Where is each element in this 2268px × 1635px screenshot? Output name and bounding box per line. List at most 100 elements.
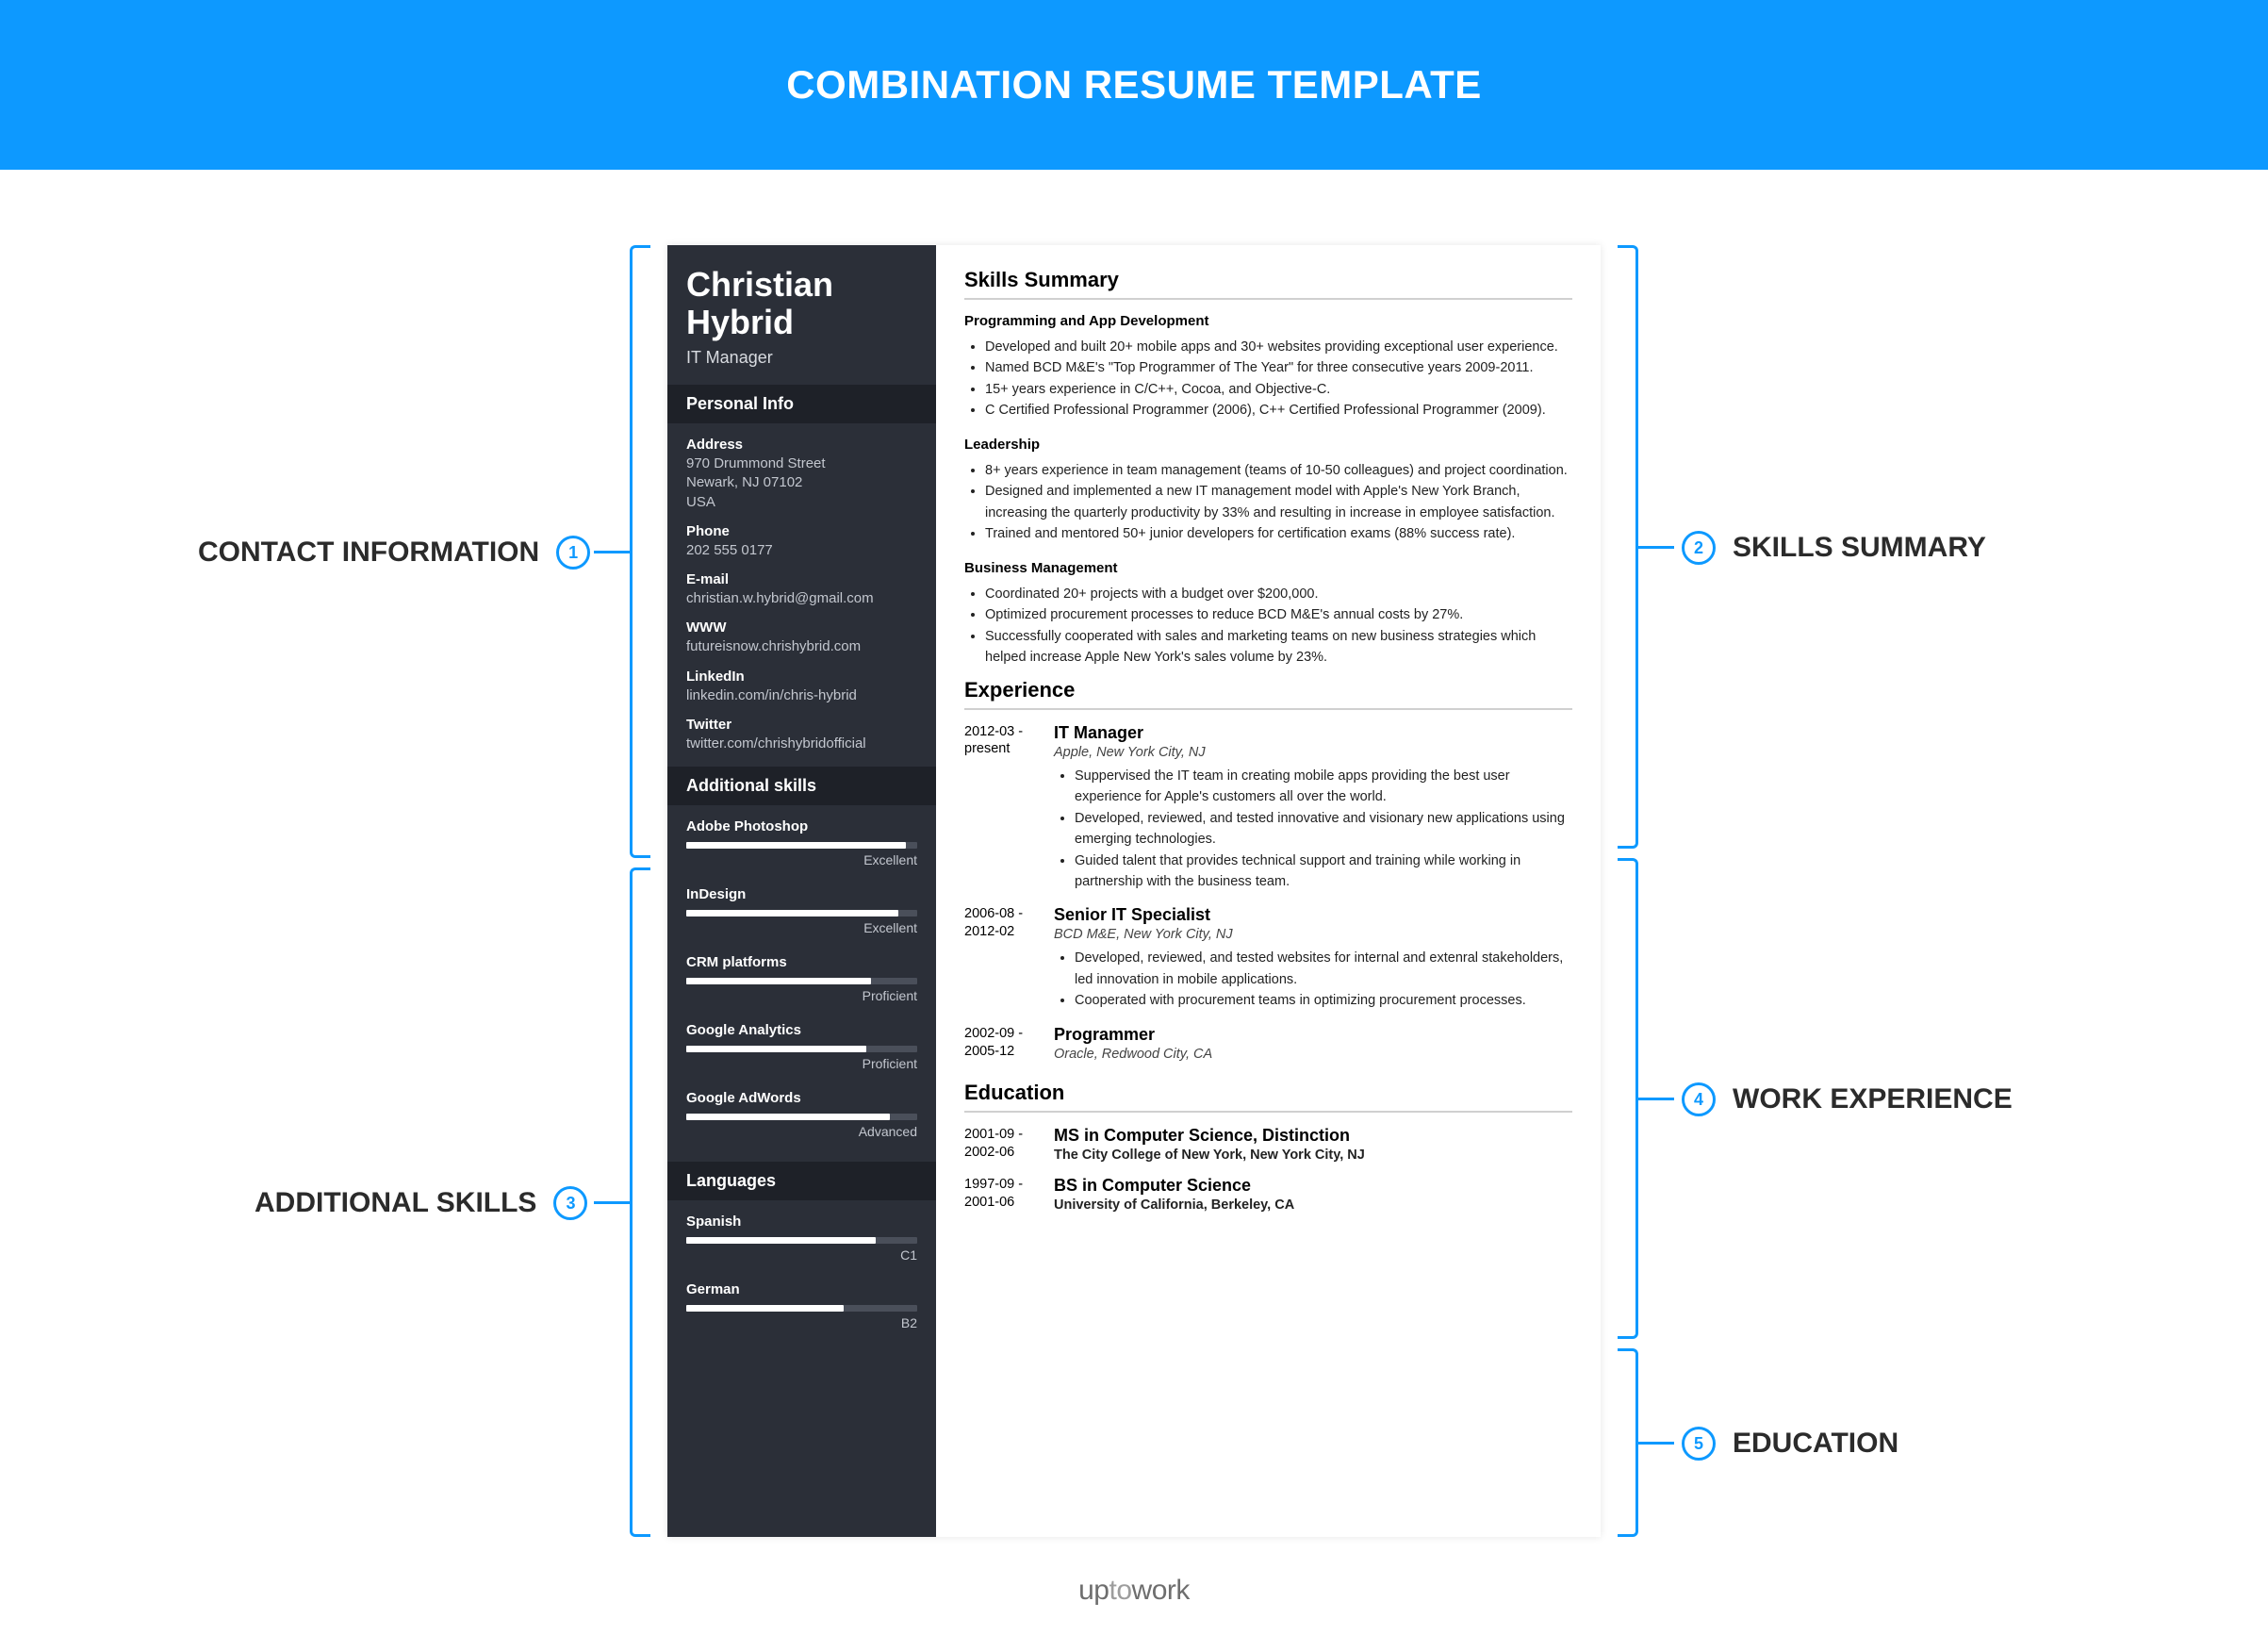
edu-degree: BS in Computer Science [1054, 1176, 1572, 1196]
name-last: Hybrid [686, 304, 917, 341]
edu-school: University of California, Berkeley, CA [1054, 1197, 1572, 1213]
linkedin-label: LinkedIn [686, 669, 917, 685]
ss-subtitle: Business Management [964, 560, 1572, 576]
twitter-label: Twitter [686, 717, 917, 733]
name-first: Christian [686, 266, 917, 304]
www-label: WWW [686, 619, 917, 636]
skill-name: CRM platforms [686, 954, 917, 970]
exp-title: IT Manager [1054, 723, 1572, 743]
exp-dates: 2012-03 - present [964, 723, 1054, 893]
bracket-line-summary [1638, 546, 1674, 549]
callout-exp: 4 WORK EXPERIENCE [1682, 1082, 2013, 1116]
skill-level: Proficient [686, 988, 917, 1003]
skill-name: Google AdWords [686, 1090, 917, 1106]
skill-bar [686, 1114, 917, 1120]
skills-block: Adobe Photoshop Excellent InDesign Excell… [667, 805, 936, 1162]
ss-item: C Certified Professional Programmer (200… [985, 400, 1572, 421]
address-label: Address [686, 437, 917, 453]
additional-skills-header: Additional skills [667, 767, 936, 805]
skills-summary-header: Skills Summary [964, 268, 1572, 300]
callout-skills: 3 ADDITIONAL SKILLS [255, 1186, 587, 1220]
edu-content: MS in Computer Science, Distinction The … [1054, 1126, 1572, 1163]
main-area: 1 CONTACT INFORMATION 3 ADDITIONAL SKILL… [0, 170, 2268, 1635]
bracket-line-edu [1638, 1442, 1674, 1445]
edu-school: The City College of New York, New York C… [1054, 1148, 1572, 1163]
email-value: christian.w.hybrid@gmail.com [686, 589, 917, 608]
edu-dates: 2001-09 - 2002-06 [964, 1126, 1054, 1163]
skill-name: Google Analytics [686, 1022, 917, 1038]
skill-name: InDesign [686, 886, 917, 902]
exp-item: Developed, reviewed, and tested websites… [1075, 948, 1572, 990]
education-row: 2001-09 - 2002-06 MS in Computer Science… [964, 1126, 1572, 1163]
job-title: IT Manager [686, 348, 917, 368]
ss-item: Trained and mentored 50+ junior develope… [985, 523, 1572, 544]
callout-label-2: SKILLS SUMMARY [1733, 532, 1986, 564]
email-label: E-mail [686, 571, 917, 587]
experience-row: 2002-09 - 2005-12 Programmer Oracle, Red… [964, 1025, 1572, 1067]
ss-item: Designed and implemented a new IT manage… [985, 481, 1572, 523]
language-level: B2 [686, 1315, 917, 1330]
ss-item: Coordinated 20+ projects with a budget o… [985, 584, 1572, 604]
brand-logo: uptowork [1078, 1575, 1190, 1607]
skill-bar [686, 1046, 917, 1052]
phone-value: 202 555 0177 [686, 541, 917, 560]
ss-item: Named BCD M&E's "Top Programmer of The Y… [985, 357, 1572, 378]
ss-subtitle: Programming and App Development [964, 313, 1572, 329]
skill-bar [686, 978, 917, 984]
exp-dates: 2006-08 - 2012-02 [964, 905, 1054, 1011]
twitter-value: twitter.com/chrishybridofficial [686, 735, 917, 753]
callout-label-4: WORK EXPERIENCE [1733, 1083, 2013, 1115]
bracket-summary [1618, 245, 1638, 849]
language-level: C1 [686, 1247, 917, 1263]
languages-block: Spanish C1German B2 [667, 1200, 936, 1353]
brand-to: to [1109, 1575, 1132, 1606]
skill-item: Adobe Photoshop Excellent [686, 818, 917, 867]
resume-card: Christian Hybrid IT Manager Personal Inf… [667, 245, 1601, 1537]
phone-label: Phone [686, 523, 917, 539]
skill-level: Proficient [686, 1056, 917, 1071]
linkedin-value: linkedin.com/in/chris-hybrid [686, 686, 917, 705]
skill-level: Excellent [686, 852, 917, 867]
skill-level: Advanced [686, 1124, 917, 1139]
exp-item: Developed, reviewed, and tested innovati… [1075, 808, 1572, 851]
brand-up: up [1078, 1575, 1109, 1606]
skill-name: Adobe Photoshop [686, 818, 917, 834]
resume-left-column: Christian Hybrid IT Manager Personal Inf… [667, 245, 936, 1537]
bracket-line-skills [594, 1201, 630, 1204]
exp-content: Programmer Oracle, Redwood City, CA [1054, 1025, 1572, 1067]
exp-company: Oracle, Redwood City, CA [1054, 1047, 1572, 1062]
callout-edu: 5 EDUCATION [1682, 1427, 1898, 1461]
exp-bullets: Developed, reviewed, and tested websites… [1054, 948, 1572, 1011]
ss-item: Successfully cooperated with sales and m… [985, 626, 1572, 669]
bracket-contact [630, 245, 650, 858]
language-bar [686, 1305, 917, 1312]
callout-contact: 1 CONTACT INFORMATION [198, 536, 590, 570]
ss-item: Optimized procurement processes to reduc… [985, 604, 1572, 625]
callout-summary: 2 SKILLS SUMMARY [1682, 531, 1986, 565]
skill-bar [686, 842, 917, 849]
exp-dates: 2002-09 - 2005-12 [964, 1025, 1054, 1067]
edu-content: BS in Computer Science University of Cal… [1054, 1176, 1572, 1213]
banner-title: COMBINATION RESUME TEMPLATE [786, 62, 1482, 107]
ss-item: 8+ years experience in team management (… [985, 460, 1572, 481]
banner: COMBINATION RESUME TEMPLATE [0, 0, 2268, 170]
callout-label-1: CONTACT INFORMATION [198, 537, 539, 569]
ss-list: Coordinated 20+ projects with a budget o… [964, 584, 1572, 669]
language-item: Spanish C1 [686, 1214, 917, 1263]
skills-summary-body: Programming and App Development Developed… [964, 313, 1572, 669]
callout-num-4: 4 [1682, 1082, 1716, 1116]
exp-item: Suppervised the IT team in creating mobi… [1075, 766, 1572, 808]
name-block: Christian Hybrid IT Manager [667, 245, 936, 385]
education-body: 2001-09 - 2002-06 MS in Computer Science… [964, 1126, 1572, 1213]
bracket-line-contact [594, 551, 630, 553]
callout-num-5: 5 [1682, 1427, 1716, 1461]
skill-item: Google AdWords Advanced [686, 1090, 917, 1139]
exp-item: Cooperated with procurement teams in opt… [1075, 990, 1572, 1011]
ss-list: Developed and built 20+ mobile apps and … [964, 337, 1572, 421]
skill-level: Excellent [686, 920, 917, 935]
education-row: 1997-09 - 2001-06 BS in Computer Science… [964, 1176, 1572, 1213]
languages-header: Languages [667, 1162, 936, 1200]
callout-label-5: EDUCATION [1733, 1428, 1898, 1460]
experience-row: 2006-08 - 2012-02 Senior IT Specialist B… [964, 905, 1572, 1011]
exp-title: Programmer [1054, 1025, 1572, 1045]
